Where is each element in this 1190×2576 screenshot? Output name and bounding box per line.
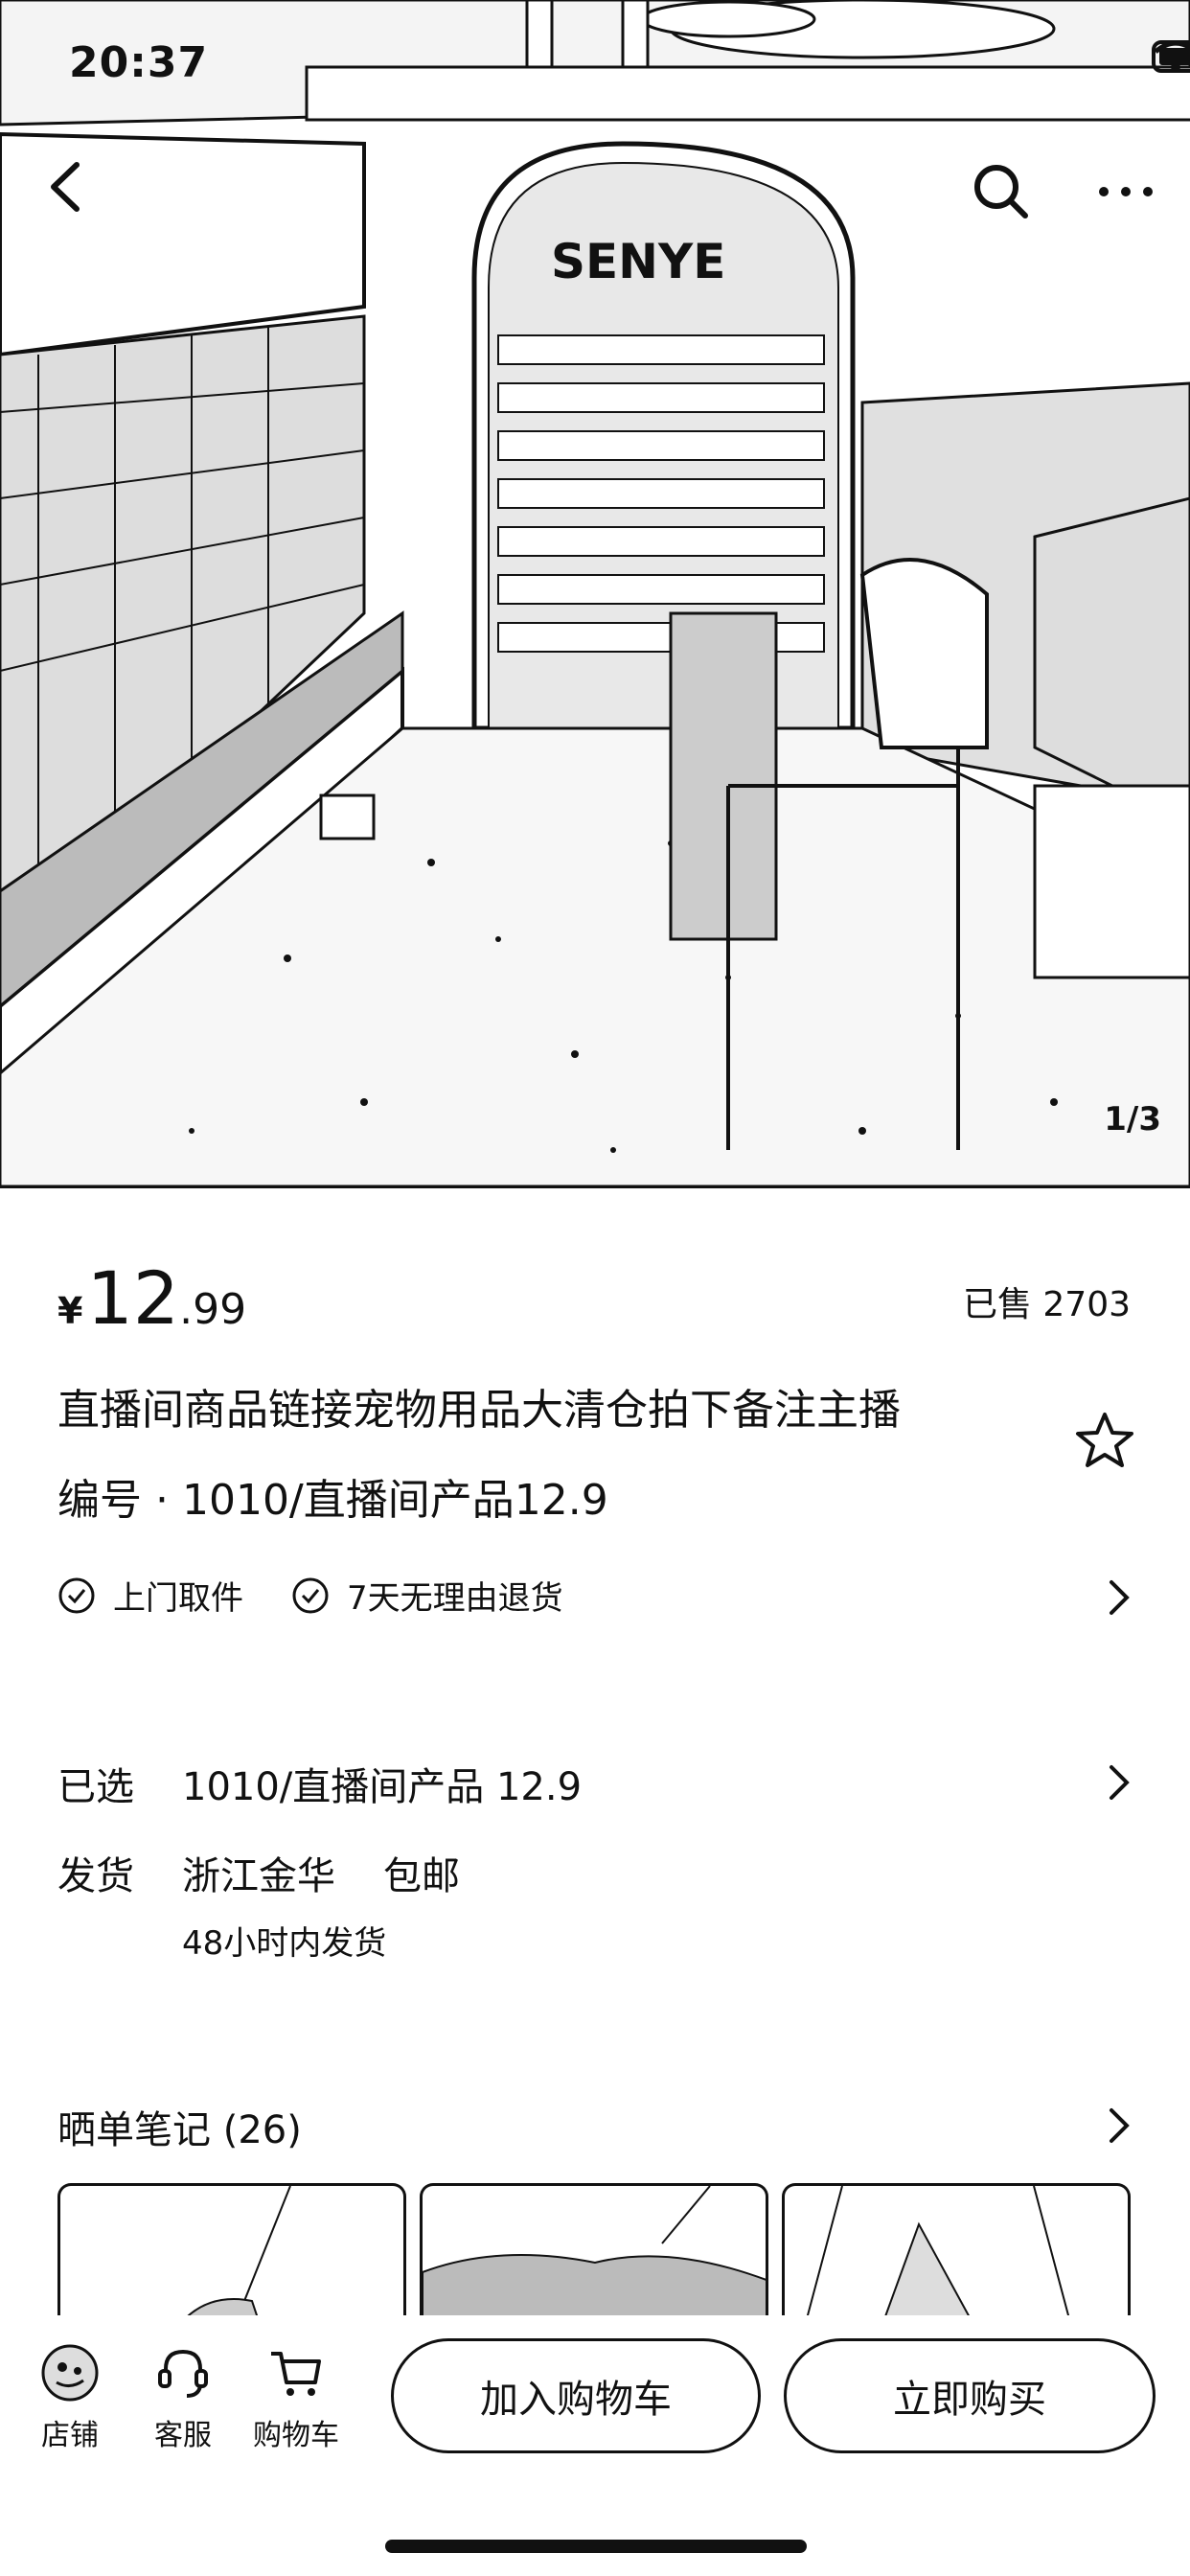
image-counter: 1/3: [1104, 1100, 1161, 1138]
more-button[interactable]: [1092, 163, 1159, 220]
home-indicator[interactable]: [385, 2540, 807, 2553]
chevron-right-icon[interactable]: [1104, 2104, 1133, 2147]
service-return: 7天无理由退货: [291, 1572, 563, 1619]
review-notes-title[interactable]: 晒单笔记 (26): [57, 2099, 302, 2154]
tab-customer-service[interactable]: 客服: [130, 2342, 236, 2453]
search-icon: [974, 165, 1028, 218]
tab-label: 客服: [154, 2419, 212, 2452]
product-title-line1: 直播间商品链接宠物用品大清仓拍下备注主播: [57, 1386, 901, 1435]
tab-label: 购物车: [253, 2419, 339, 2452]
selected-key: 已选: [57, 1765, 134, 1809]
back-button[interactable]: [38, 153, 96, 220]
shipping-key: 发货: [57, 1854, 134, 1898]
service-pickup: 上门取件: [57, 1572, 243, 1619]
review-photo: [423, 2186, 766, 2327]
shipping-free: 包邮: [383, 1854, 460, 1898]
shipping-time: 48小时内发货: [182, 1924, 387, 1963]
price: ¥ 12 .99: [57, 1255, 246, 1341]
check-icon: [58, 1577, 95, 1613]
search-button[interactable]: [968, 158, 1035, 225]
price-currency: ¥: [57, 1290, 83, 1332]
sold-count: 已售 2703: [962, 1285, 1131, 1324]
bottom-action-bar: 店铺 客服 购物车 加入购物车 立即购买: [0, 2315, 1190, 2576]
star-icon: [1076, 1413, 1133, 1467]
selected-value: 1010/直播间产品 12.9: [182, 1765, 583, 1809]
cart-icon: [271, 2352, 321, 2396]
store-icon: [41, 2344, 99, 2402]
headset-icon: [158, 2349, 208, 2398]
review-photo: [803, 2186, 1073, 2327]
review-thumbnails: [57, 2183, 1131, 2327]
buy-now-button[interactable]: 立即购买: [784, 2338, 1156, 2453]
tab-cart[interactable]: 购物车: [243, 2342, 349, 2453]
tab-label: 店铺: [41, 2419, 99, 2452]
shipping-origin: 浙江金华: [182, 1854, 335, 1898]
shipping-row: 发货 浙江金华 包邮: [57, 1845, 460, 1900]
status-time: 20:37: [69, 38, 209, 87]
product-title: 直播间商品链接宠物用品大清仓拍下备注主播 编号 · 1010/直播间产品12.9: [57, 1366, 1016, 1546]
chevron-right-icon[interactable]: [1104, 1761, 1133, 1804]
review-thumbnail[interactable]: [420, 2183, 768, 2327]
store-sign-text: SENYE: [551, 234, 725, 289]
price-integer: 12: [86, 1255, 180, 1341]
service-label: 7天无理由退货: [347, 1579, 563, 1618]
battery-icon: [1152, 40, 1190, 73]
product-title-line2: 编号 · 1010/直播间产品12.9: [57, 1476, 608, 1525]
chevron-right-icon[interactable]: [1104, 1576, 1133, 1619]
check-icon: [292, 1577, 329, 1613]
review-photo: [176, 2186, 291, 2327]
product-image-carousel[interactable]: SENYE 20:37 1/3: [0, 0, 1190, 1188]
more-icon: [1099, 187, 1153, 196]
selected-option-row[interactable]: 已选 1010/直播间产品 12.9: [57, 1756, 582, 1811]
add-to-cart-button[interactable]: 加入购物车: [391, 2338, 761, 2453]
back-icon: [51, 162, 80, 212]
tab-store[interactable]: 店铺: [17, 2342, 123, 2453]
review-thumbnail[interactable]: [782, 2183, 1131, 2327]
favorite-button[interactable]: [1071, 1407, 1138, 1474]
price-decimal: .99: [179, 1285, 247, 1334]
service-label: 上门取件: [113, 1579, 243, 1618]
review-thumbnail[interactable]: [57, 2183, 406, 2327]
service-guarantees[interactable]: 上门取件 7天无理由退货: [57, 1572, 611, 1619]
